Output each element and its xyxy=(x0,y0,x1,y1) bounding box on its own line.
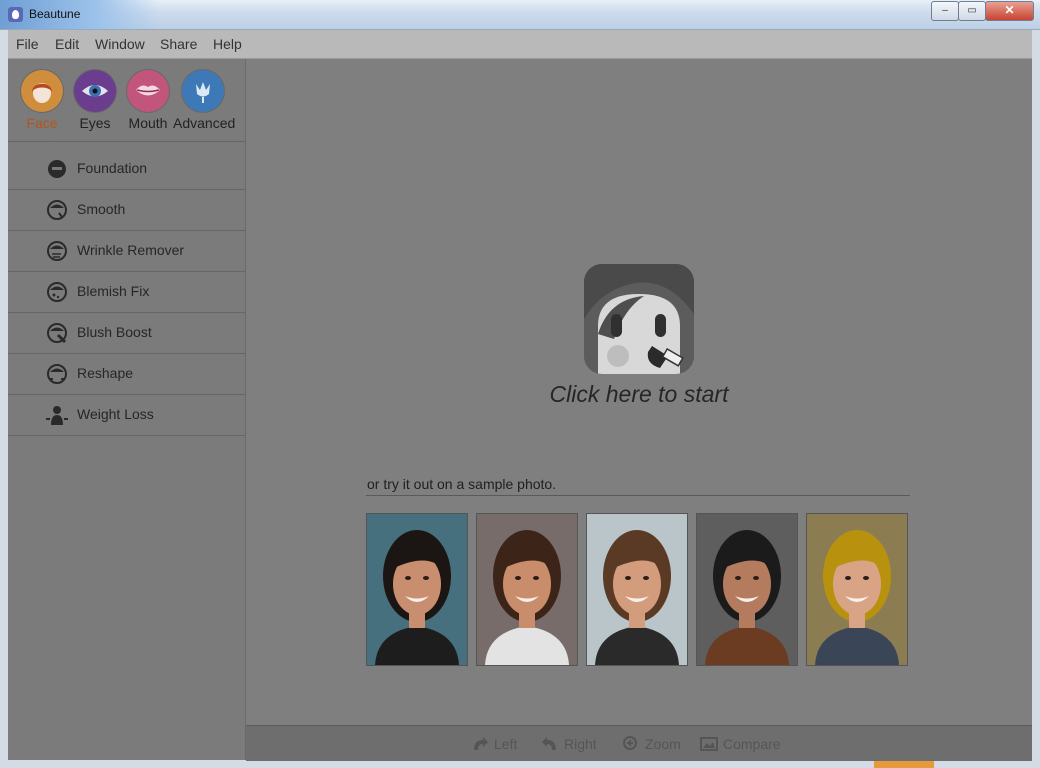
compare-label: Compare xyxy=(723,736,781,752)
rotate-left-icon xyxy=(474,737,488,750)
photo-eye-right xyxy=(863,576,869,580)
tool-blemish-fix[interactable]: Blemish Fix xyxy=(8,272,245,313)
main-panel: Click here to start or try it out on a s… xyxy=(246,59,1032,724)
foundation-icon xyxy=(48,160,66,178)
tool-wrinkle-remover[interactable]: Wrinkle Remover xyxy=(8,231,245,272)
face-icon xyxy=(21,70,63,112)
photo-eye-right xyxy=(643,576,649,580)
blemish-icon xyxy=(47,282,67,302)
sample-photo-1[interactable] xyxy=(366,513,468,666)
tool-label: Foundation xyxy=(77,160,148,176)
active-category-pointer xyxy=(37,135,49,141)
tool-reshape[interactable]: Reshape xyxy=(8,354,245,395)
photo-eye-left xyxy=(735,576,741,580)
photo-eye-left xyxy=(845,576,851,580)
sidebar: Face Eyes Mouth Advanced Foundation Smoo… xyxy=(8,59,246,760)
rotate-left-button[interactable]: Left xyxy=(471,736,517,752)
compare-button[interactable]: Compare xyxy=(700,736,781,752)
photo-eye-left xyxy=(405,576,411,580)
photo-eye-right xyxy=(423,576,429,580)
compare-icon xyxy=(700,737,718,751)
photo-eye-left xyxy=(515,576,521,580)
tool-foundation[interactable]: Foundation xyxy=(8,149,245,190)
tool-blush-boost[interactable]: Blush Boost xyxy=(8,313,245,354)
tool-label: Blemish Fix xyxy=(77,283,150,299)
content-area: Face Eyes Mouth Advanced Foundation Smoo… xyxy=(8,59,1032,761)
lips-icon xyxy=(127,70,169,112)
zoom-button[interactable]: Zoom xyxy=(622,736,681,752)
sample-photo-2[interactable] xyxy=(476,513,578,666)
category-eyes-label: Eyes xyxy=(79,115,111,131)
taskbar-accent xyxy=(874,761,934,768)
app-window: Beautune – ▭ ✕ File Edit Window Share He… xyxy=(0,0,1040,768)
start-button[interactable] xyxy=(584,264,694,374)
rotate-right-button[interactable]: Right xyxy=(541,736,597,752)
zoom-icon xyxy=(623,736,637,750)
tool-smooth[interactable]: Smooth xyxy=(8,190,245,231)
minimize-button[interactable]: – xyxy=(931,1,959,21)
rotate-right-label: Right xyxy=(564,736,597,752)
app-icon xyxy=(8,7,23,22)
tool-label: Reshape xyxy=(77,365,134,381)
close-button[interactable]: ✕ xyxy=(985,1,1034,21)
zoom-label: Zoom xyxy=(645,736,681,752)
sample-photo-5[interactable] xyxy=(806,513,908,666)
category-mouth[interactable]: Mouth xyxy=(118,70,178,131)
sample-photo-4[interactable] xyxy=(696,513,798,666)
tool-weight-loss[interactable]: Weight Loss xyxy=(8,395,245,436)
tool-list: Foundation Smooth Wrinkle Remover Blemis… xyxy=(8,149,245,436)
menu-help[interactable]: Help xyxy=(213,36,242,52)
tool-label: Smooth xyxy=(77,201,126,217)
menu-file[interactable]: File xyxy=(16,36,39,52)
sample-divider xyxy=(366,495,910,496)
category-face[interactable]: Face xyxy=(12,70,72,131)
menu-share[interactable]: Share xyxy=(160,36,197,52)
flower-icon xyxy=(182,70,224,112)
category-advanced[interactable]: Advanced xyxy=(173,70,236,131)
blush-icon xyxy=(47,323,67,344)
category-divider xyxy=(8,141,245,142)
maximize-button[interactable]: ▭ xyxy=(958,1,986,21)
category-advanced-label: Advanced xyxy=(173,115,236,131)
window-title: Beautune xyxy=(29,7,81,21)
rotate-left-label: Left xyxy=(494,736,518,752)
menu-edit[interactable]: Edit xyxy=(55,36,79,52)
sample-photo-strip xyxy=(366,513,911,666)
photo-eye-right xyxy=(753,576,759,580)
wrinkle-icon xyxy=(47,241,67,261)
tool-label: Weight Loss xyxy=(77,406,154,422)
rotate-right-icon xyxy=(542,737,556,750)
menu-window[interactable]: Window xyxy=(95,36,145,52)
smooth-icon xyxy=(47,200,67,220)
reshape-icon xyxy=(47,364,67,384)
category-mouth-label: Mouth xyxy=(128,115,168,131)
sample-photo-3[interactable] xyxy=(586,513,688,666)
sample-caption: or try it out on a sample photo. xyxy=(367,476,557,492)
tool-label: Blush Boost xyxy=(77,324,152,340)
category-eyes[interactable]: Eyes xyxy=(65,70,125,131)
start-text[interactable]: Click here to start xyxy=(484,381,794,408)
category-face-label: Face xyxy=(26,115,58,131)
menu-bar: File Edit Window Share Help xyxy=(8,30,1032,59)
eye-icon xyxy=(74,70,116,112)
photo-eye-right xyxy=(533,576,539,580)
makeup-face-icon xyxy=(584,264,694,374)
tool-label: Wrinkle Remover xyxy=(77,242,185,258)
title-bar[interactable]: Beautune – ▭ ✕ xyxy=(0,0,1040,30)
bottom-toolbar: Left Right Zoom Compare xyxy=(246,725,1032,761)
photo-eye-left xyxy=(625,576,631,580)
weight-loss-icon xyxy=(46,406,68,425)
